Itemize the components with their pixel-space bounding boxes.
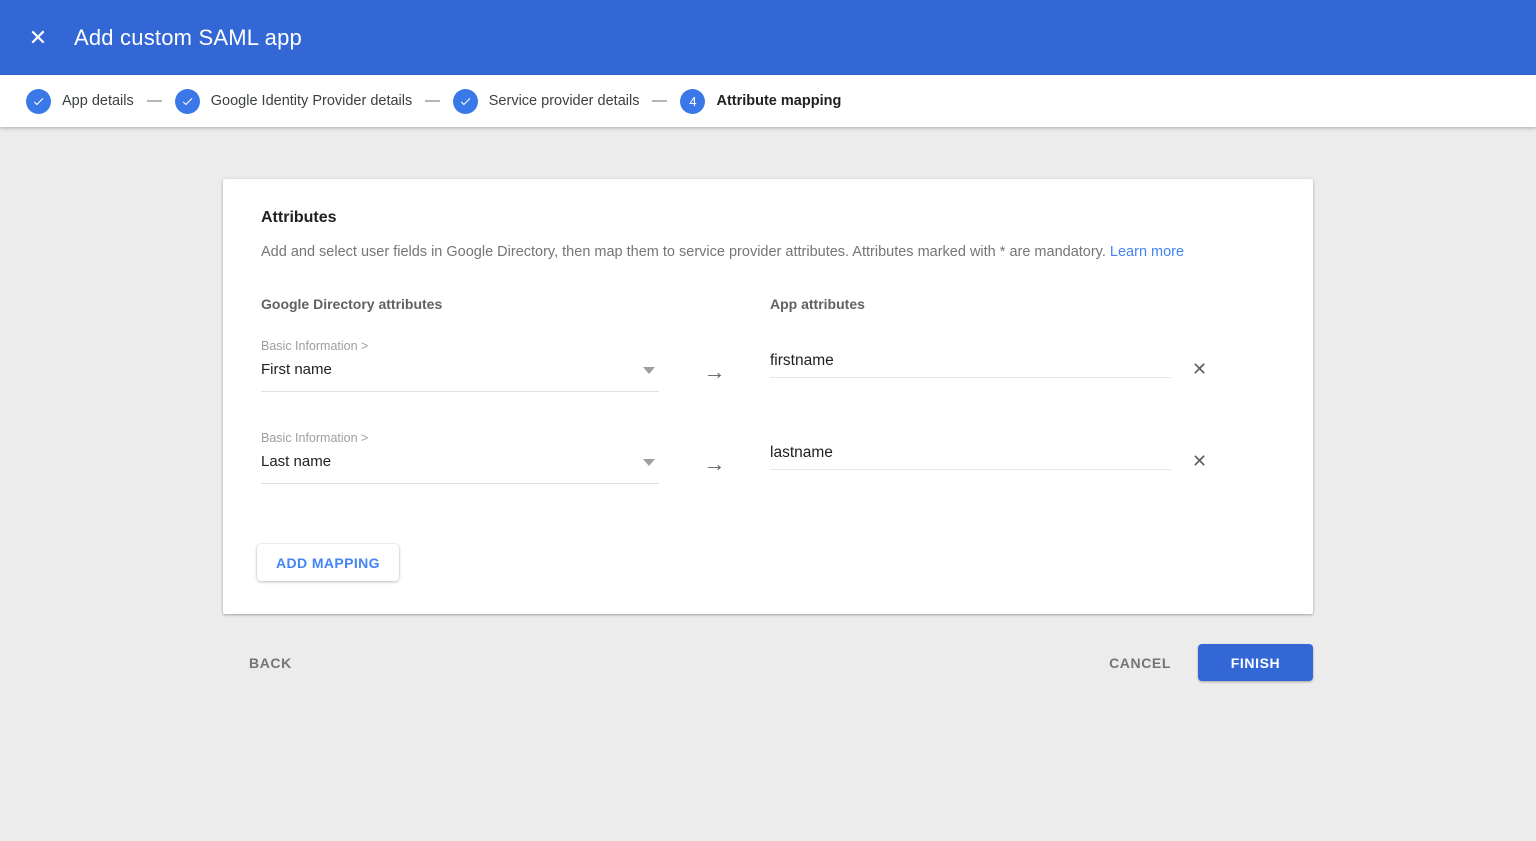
cancel-button[interactable]: CANCEL xyxy=(1105,647,1175,679)
step-label: App details xyxy=(62,93,134,109)
remove-mapping-icon[interactable]: ✕ xyxy=(1190,358,1209,380)
step-google-idp-details[interactable]: Google Identity Provider details xyxy=(175,89,412,114)
step-attribute-mapping[interactable]: 4 Attribute mapping xyxy=(680,89,841,114)
arrow-right-icon: → xyxy=(659,362,770,382)
directory-attribute-value: First name xyxy=(261,359,332,381)
wizard-stepper: App details Google Identity Provider det… xyxy=(0,75,1536,127)
step-number-badge: 4 xyxy=(680,89,705,114)
dialog-header: ✕ Add custom SAML app xyxy=(0,0,1536,75)
card-description: Add and select user fields in Google Dir… xyxy=(258,242,1278,262)
step-complete-check-icon xyxy=(175,89,200,114)
step-complete-check-icon xyxy=(26,89,51,114)
step-complete-check-icon xyxy=(453,89,478,114)
columns-header: Google Directory attributes App attribut… xyxy=(258,294,1278,314)
remove-mapping-icon[interactable]: ✕ xyxy=(1190,450,1209,472)
directory-attribute-category: Basic Information > xyxy=(261,338,659,354)
main-content: Attributes Add and select user fields in… xyxy=(0,179,1536,681)
column-header-app-attributes: App attributes xyxy=(770,294,865,314)
close-icon[interactable]: ✕ xyxy=(24,24,52,52)
directory-attribute-select[interactable]: Basic Information > Last name xyxy=(261,430,659,484)
mapping-rows: Basic Information > First name → ✕ Basic… xyxy=(258,338,1278,484)
directory-attribute-select[interactable]: Basic Information > First name xyxy=(261,338,659,392)
attributes-card: Attributes Add and select user fields in… xyxy=(223,179,1313,614)
dropdown-caret-icon xyxy=(643,459,655,466)
step-service-provider-details[interactable]: Service provider details xyxy=(453,89,640,114)
card-title: Attributes xyxy=(258,207,1278,229)
step-label: Attribute mapping xyxy=(716,93,841,109)
app-attribute-input[interactable] xyxy=(770,352,1171,378)
mapping-row: Basic Information > First name → ✕ xyxy=(261,338,1278,392)
directory-attribute-value-row: Last name xyxy=(261,451,659,473)
arrow-right-icon: → xyxy=(659,454,770,474)
add-mapping-button[interactable]: ADD MAPPING xyxy=(257,544,399,581)
app-attribute-input[interactable] xyxy=(770,444,1171,470)
step-connector xyxy=(147,100,162,102)
mapping-row: Basic Information > Last name → ✕ xyxy=(261,430,1278,484)
directory-attribute-value-row: First name xyxy=(261,359,659,381)
dropdown-caret-icon xyxy=(643,367,655,374)
step-connector xyxy=(652,100,667,102)
step-label: Service provider details xyxy=(489,93,640,109)
card-description-text: Add and select user fields in Google Dir… xyxy=(261,244,1106,260)
step-connector xyxy=(425,100,440,102)
learn-more-link[interactable]: Learn more xyxy=(1110,244,1184,260)
finish-button[interactable]: FINISH xyxy=(1198,644,1313,681)
footer-actions: BACK CANCEL FINISH xyxy=(223,644,1313,681)
step-label: Google Identity Provider details xyxy=(211,93,412,109)
directory-attribute-value: Last name xyxy=(261,451,331,473)
step-app-details[interactable]: App details xyxy=(26,89,134,114)
directory-attribute-category: Basic Information > xyxy=(261,430,659,446)
back-button[interactable]: BACK xyxy=(245,647,296,679)
column-header-google-directory: Google Directory attributes xyxy=(261,294,770,314)
dialog-title: Add custom SAML app xyxy=(74,25,302,51)
